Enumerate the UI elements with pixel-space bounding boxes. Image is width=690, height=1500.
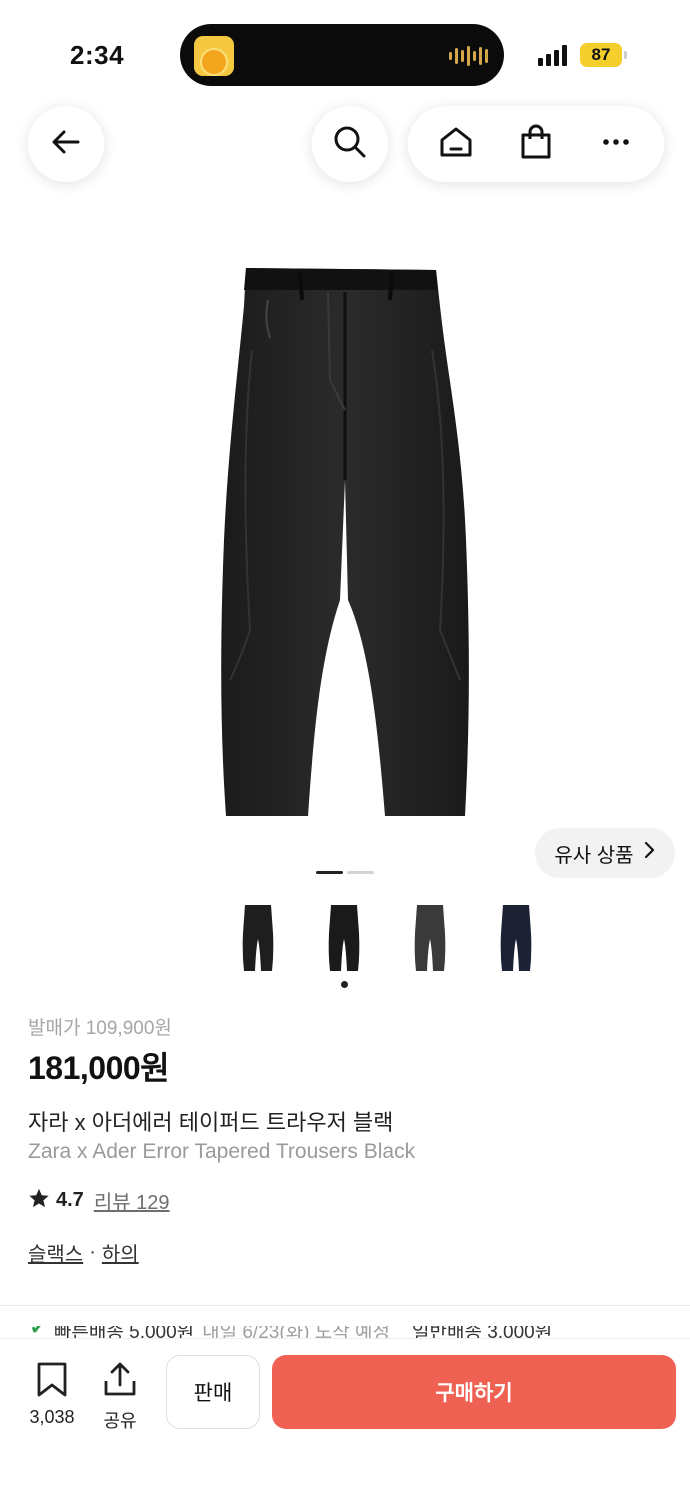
audio-wave-icon (449, 46, 488, 66)
color-thumbnail[interactable] (387, 895, 473, 981)
search-button[interactable] (312, 106, 388, 182)
back-button[interactable] (28, 106, 104, 182)
page-indicator-active (316, 871, 343, 874)
product-name-ko: 자라 x 아더에러 테이퍼드 트라우저 블랙 (28, 1110, 394, 1135)
bottom-action-bar: 3,038 공유 판매 구매하기 (0, 1338, 690, 1500)
battery-indicator: 87 (580, 43, 622, 67)
rating-row: 4.7 리뷰 129 (28, 1186, 170, 1215)
bookmark-count: 3,038 (29, 1407, 75, 1427)
battery-tip (624, 51, 627, 59)
bookmark-button[interactable]: 3,038 (22, 1361, 82, 1428)
page-indicator (347, 871, 374, 874)
category-link-slacks[interactable]: 슬랙스 (28, 1238, 83, 1267)
color-thumbnail[interactable] (301, 895, 387, 981)
review-link[interactable]: 리뷰 129 (94, 1186, 170, 1215)
rating-value: 4.7 (56, 1189, 84, 1211)
search-icon (332, 124, 368, 165)
similar-products-label: 유사 상품 (554, 844, 634, 867)
signal-icon (538, 44, 567, 66)
selected-thumbnail-dot (341, 981, 348, 988)
share-label: 공유 (103, 1411, 137, 1431)
star-icon (28, 1187, 50, 1215)
status-time: 2:34 (70, 40, 125, 70)
share-button[interactable]: 공유 (96, 1361, 144, 1433)
share-icon (103, 1361, 137, 1402)
arrow-left-icon (48, 124, 84, 165)
chevron-right-icon (642, 841, 656, 865)
buy-button[interactable]: 구매하기 (272, 1355, 676, 1429)
similar-products-button[interactable]: 유사 상품 (535, 828, 675, 878)
product-image[interactable] (180, 260, 510, 830)
color-thumbnail[interactable] (215, 895, 301, 981)
category-link-bottoms[interactable]: 하의 (102, 1238, 139, 1267)
color-thumbnails (215, 895, 559, 981)
category-separator: · (89, 1241, 96, 1263)
shopping-bag-icon (517, 123, 555, 166)
category-links: 슬랙스 · 하의 (28, 1238, 139, 1267)
cart-button[interactable] (506, 114, 566, 174)
more-button[interactable] (586, 114, 646, 174)
gallery-pagination (316, 871, 374, 874)
current-price: 181,000원 (28, 1050, 170, 1086)
dynamic-island (180, 24, 504, 86)
sell-button[interactable]: 판매 (166, 1355, 260, 1429)
bookmark-icon (35, 1361, 69, 1402)
home-button[interactable] (426, 114, 486, 174)
section-divider (0, 1305, 690, 1306)
product-name-en: Zara x Ader Error Tapered Trousers Black (28, 1140, 416, 1163)
release-price: 발매가 109,900원 (28, 1018, 172, 1039)
color-thumbnail[interactable] (473, 895, 559, 981)
nav-action-group (408, 106, 664, 182)
more-horizontal-icon (598, 124, 634, 165)
home-icon (437, 123, 475, 166)
now-playing-app-icon (194, 36, 234, 76)
